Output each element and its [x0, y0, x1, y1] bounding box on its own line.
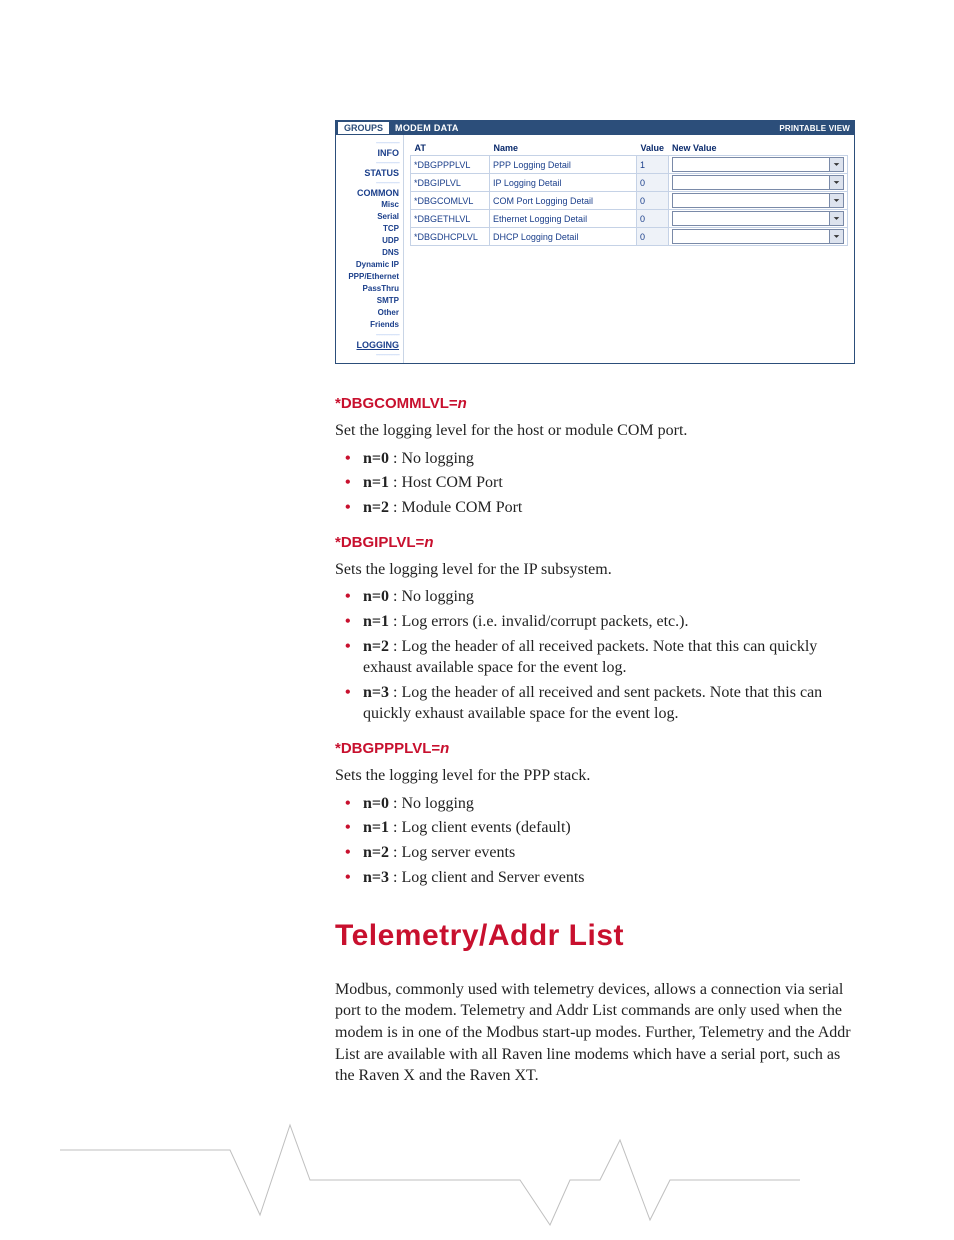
sidebar-item-dns[interactable]: DNS: [338, 247, 399, 259]
content-area: GROUPS MODEM DATA PRINTABLE VIEW -------…: [335, 120, 855, 1093]
list-item: n=1 : Host COM Port: [335, 472, 855, 494]
sidebar: -------------- INFO -------------- STATU…: [336, 135, 404, 363]
cell-value: 0: [637, 228, 669, 246]
new-value-select[interactable]: [672, 175, 844, 190]
settings-table: AT Name Value New Value *DBGPPPLVLPPP Lo…: [410, 141, 848, 246]
cmd-dbgcommlvl-desc: Set the logging level for the host or mo…: [335, 420, 855, 442]
printable-view-link[interactable]: PRINTABLE VIEW: [779, 124, 850, 133]
sidebar-item-passthru[interactable]: PassThru: [338, 283, 399, 295]
list-item: n=1 : Log errors (i.e. invalid/corrupt p…: [335, 611, 855, 633]
groups-tab[interactable]: GROUPS: [338, 122, 389, 134]
new-value-select[interactable]: [672, 229, 844, 244]
table-row: *DBGPPPLVLPPP Logging Detail1: [411, 156, 848, 174]
cell-name: Ethernet Logging Detail: [490, 210, 637, 228]
list-item: n=3 : Log the header of all received and…: [335, 682, 855, 725]
decorative-waves: [60, 1120, 800, 1240]
cell-new-value: [668, 210, 847, 228]
col-at: AT: [411, 141, 490, 156]
sidebar-item-serial[interactable]: Serial: [338, 211, 399, 223]
sidebar-item-tcp[interactable]: TCP: [338, 223, 399, 235]
table-row: *DBGETHLVLEthernet Logging Detail0: [411, 210, 848, 228]
cell-at: *DBGIPLVL: [411, 174, 490, 192]
cell-new-value: [668, 192, 847, 210]
modem-config-panel: GROUPS MODEM DATA PRINTABLE VIEW -------…: [335, 120, 855, 364]
cell-value: 0: [637, 210, 669, 228]
sidebar-item-misc[interactable]: Misc: [338, 199, 399, 211]
section-title-telemetry: Telemetry/Addr List: [335, 916, 855, 957]
cell-name: COM Port Logging Detail: [490, 192, 637, 210]
new-value-select[interactable]: [672, 157, 844, 172]
col-new-value: New Value: [668, 141, 847, 156]
list-item: n=3 : Log client and Server events: [335, 867, 855, 889]
list-item: n=2 : Module COM Port: [335, 497, 855, 519]
table-row: *DBGCOMLVLCOM Port Logging Detail0: [411, 192, 848, 210]
chevron-down-icon: [829, 176, 843, 189]
col-value: Value: [637, 141, 669, 156]
panel-titlebar: GROUPS MODEM DATA PRINTABLE VIEW: [336, 121, 854, 135]
sidebar-item-common[interactable]: COMMON: [338, 187, 399, 199]
list-item: n=0 : No logging: [335, 586, 855, 608]
list-item: n=0 : No logging: [335, 448, 855, 470]
list-item: n=2 : Log the header of all received pac…: [335, 636, 855, 679]
cell-new-value: [668, 228, 847, 246]
main-pane: AT Name Value New Value *DBGPPPLVLPPP Lo…: [404, 135, 854, 363]
chevron-down-icon: [829, 158, 843, 171]
list-item: n=0 : No logging: [335, 793, 855, 815]
modem-data-label: MODEM DATA: [395, 123, 459, 133]
cell-value: 0: [637, 192, 669, 210]
cell-value: 1: [637, 156, 669, 174]
chevron-down-icon: [829, 230, 843, 243]
chevron-down-icon: [829, 194, 843, 207]
cmd-dbgiplvl-desc: Sets the logging level for the IP subsys…: [335, 559, 855, 581]
new-value-select[interactable]: [672, 211, 844, 226]
new-value-select[interactable]: [672, 193, 844, 208]
cmd-dbgcommlvl-heading: *DBGCOMMLVL=n: [335, 394, 855, 414]
chevron-down-icon: [829, 212, 843, 225]
col-name: Name: [490, 141, 637, 156]
sidebar-item-udp[interactable]: UDP: [338, 235, 399, 247]
cell-at: *DBGCOMLVL: [411, 192, 490, 210]
cmd-dbgiplvl-heading: *DBGIPLVL=n: [335, 533, 855, 553]
section-body-telemetry: Modbus, commonly used with telemetry dev…: [335, 979, 855, 1087]
cmd-dbgppplvl-desc: Sets the logging level for the PPP stack…: [335, 765, 855, 787]
cmd-dbgppplvl-heading: *DBGPPPLVL=n: [335, 739, 855, 759]
doc-body: *DBGCOMMLVL=n Set the logging level for …: [335, 394, 855, 1087]
cell-name: DHCP Logging Detail: [490, 228, 637, 246]
cmd-dbgppplvl-list: n=0 : No loggingn=1 : Log client events …: [335, 793, 855, 888]
cell-value: 0: [637, 174, 669, 192]
cmd-dbgiplvl-list: n=0 : No logging n=1 : Log errors (i.e. i…: [335, 586, 855, 725]
sidebar-item-ppp-ethernet[interactable]: PPP/Ethernet: [338, 271, 399, 283]
cell-at: *DBGPPPLVL: [411, 156, 490, 174]
cell-at: *DBGDHCPLVL: [411, 228, 490, 246]
cell-new-value: [668, 174, 847, 192]
list-item: n=2 : Log server events: [335, 842, 855, 864]
cmd-dbgcommlvl-list: n=0 : No loggingn=1 : Host COM Port n=2 :…: [335, 448, 855, 519]
page: GROUPS MODEM DATA PRINTABLE VIEW -------…: [0, 0, 954, 1235]
cell-new-value: [668, 156, 847, 174]
table-row: *DBGIPLVLIP Logging Detail0: [411, 174, 848, 192]
cell-name: PPP Logging Detail: [490, 156, 637, 174]
sidebar-item-dynamic-ip[interactable]: Dynamic IP: [338, 259, 399, 271]
sidebar-item-other[interactable]: Other: [338, 307, 399, 319]
sidebar-item-smtp[interactable]: SMTP: [338, 295, 399, 307]
table-row: *DBGDHCPLVLDHCP Logging Detail0: [411, 228, 848, 246]
cell-at: *DBGETHLVL: [411, 210, 490, 228]
cell-name: IP Logging Detail: [490, 174, 637, 192]
list-item: n=1 : Log client events (default): [335, 817, 855, 839]
